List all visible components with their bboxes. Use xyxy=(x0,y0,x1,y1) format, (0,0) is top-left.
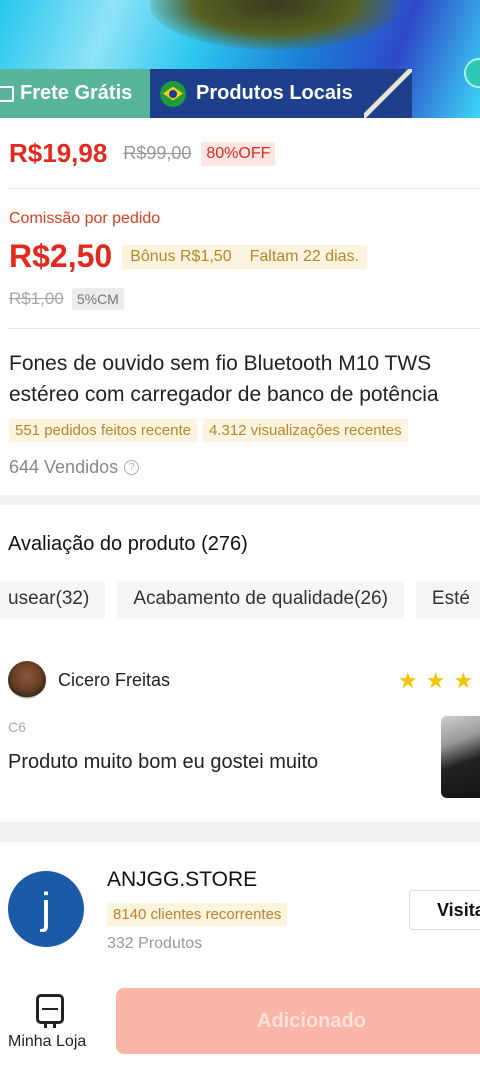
divider xyxy=(9,188,480,189)
price-row: R$19,98 R$99,00 80%OFF xyxy=(9,138,276,169)
commission-old-row: R$1,00 5%CM xyxy=(9,288,124,310)
section-separator xyxy=(0,495,480,505)
recent-orders-badge: 551 pedidos feitos recente xyxy=(9,419,197,442)
rating-stars: ★ ★ ★ xyxy=(398,670,473,692)
commission-old-value: R$1,00 xyxy=(9,289,64,308)
divider xyxy=(9,328,480,329)
avatar xyxy=(8,661,46,699)
gallery-indicator-icon[interactable] xyxy=(464,58,480,88)
review-tag[interactable]: usear(32) xyxy=(0,582,106,618)
my-store-label[interactable]: Minha Loja xyxy=(8,1033,86,1051)
product-page: Frete Grátis Produtos Locais R$19,98 R$9… xyxy=(0,0,480,1066)
bonus-text: Bônus R$1,50 xyxy=(130,247,232,265)
reviewer: Cicero Freitas xyxy=(8,661,170,699)
star-icon: ★ xyxy=(453,668,474,693)
original-price: R$99,00 xyxy=(123,143,192,163)
product-stats: 551 pedidos feitos recente 4.312 visuali… xyxy=(9,419,408,442)
added-button[interactable]: Adicionado xyxy=(116,988,480,1054)
local-products-badge: Produtos Locais xyxy=(150,69,412,118)
store-product-count: 332 Produtos xyxy=(107,935,203,952)
badge-decoration xyxy=(364,69,412,118)
sold-count-text: 644 Vendidos xyxy=(9,457,119,477)
reviews-title[interactable]: Avaliação do produto (276) xyxy=(8,533,248,556)
review-tag[interactable]: Acabamento de qualidade(26) xyxy=(117,582,404,618)
star-icon: ★ xyxy=(398,668,418,693)
sold-count: 644 Vendidos ? xyxy=(9,457,140,478)
product-image-banner[interactable]: Frete Grátis Produtos Locais xyxy=(0,0,480,118)
free-shipping-label: Frete Grátis xyxy=(20,82,133,104)
product-title: Fones de ouvido sem fio Bluetooth M10 TW… xyxy=(9,352,439,406)
discount-badge: 80%OFF xyxy=(201,141,276,166)
free-shipping-badge: Frete Grátis xyxy=(0,69,150,118)
help-icon[interactable]: ? xyxy=(124,460,140,475)
commission-row: R$2,50 Bônus R$1,50 Faltam 22 dias. xyxy=(9,238,367,275)
reviewer-name: Cicero Freitas xyxy=(58,669,171,690)
commission-bonus-badge: Bônus R$1,50 Faltam 22 dias. xyxy=(122,244,367,269)
review-text: Produto muito bom eu gostei muito xyxy=(8,751,319,773)
brazil-flag-icon xyxy=(160,80,186,107)
visit-store-button[interactable]: Visitar xyxy=(409,890,480,930)
store-logo[interactable]: j xyxy=(8,871,84,947)
section-separator xyxy=(0,822,480,842)
review-variant: C6 xyxy=(8,719,26,735)
shipping-icon xyxy=(0,85,14,102)
store-name[interactable]: ANJGG.STORE xyxy=(107,868,257,892)
promo-badges: Frete Grátis Produtos Locais xyxy=(0,69,412,118)
commission-label: Comissão por pedido xyxy=(9,210,161,227)
review-photo-thumbnail[interactable] xyxy=(441,716,480,798)
star-icon: ★ xyxy=(425,668,446,693)
recent-views-badge: 4.312 visualizações recentes xyxy=(202,419,408,442)
returning-customers-badge: 8140 clientes recorrentes xyxy=(107,903,288,926)
review-tag[interactable]: Esté xyxy=(415,582,480,618)
remaining-days-text: Faltam 22 dias. xyxy=(249,247,359,265)
product-image-object xyxy=(150,0,400,50)
review-tags: usear(32) Acabamento de qualidade(26) Es… xyxy=(0,582,480,618)
local-products-label: Produtos Locais xyxy=(196,82,353,104)
commission-value: R$2,50 xyxy=(9,238,113,274)
current-price: R$19,98 xyxy=(9,138,108,168)
store-icon[interactable] xyxy=(36,994,64,1028)
commission-percent-badge: 5%CM xyxy=(71,288,124,310)
